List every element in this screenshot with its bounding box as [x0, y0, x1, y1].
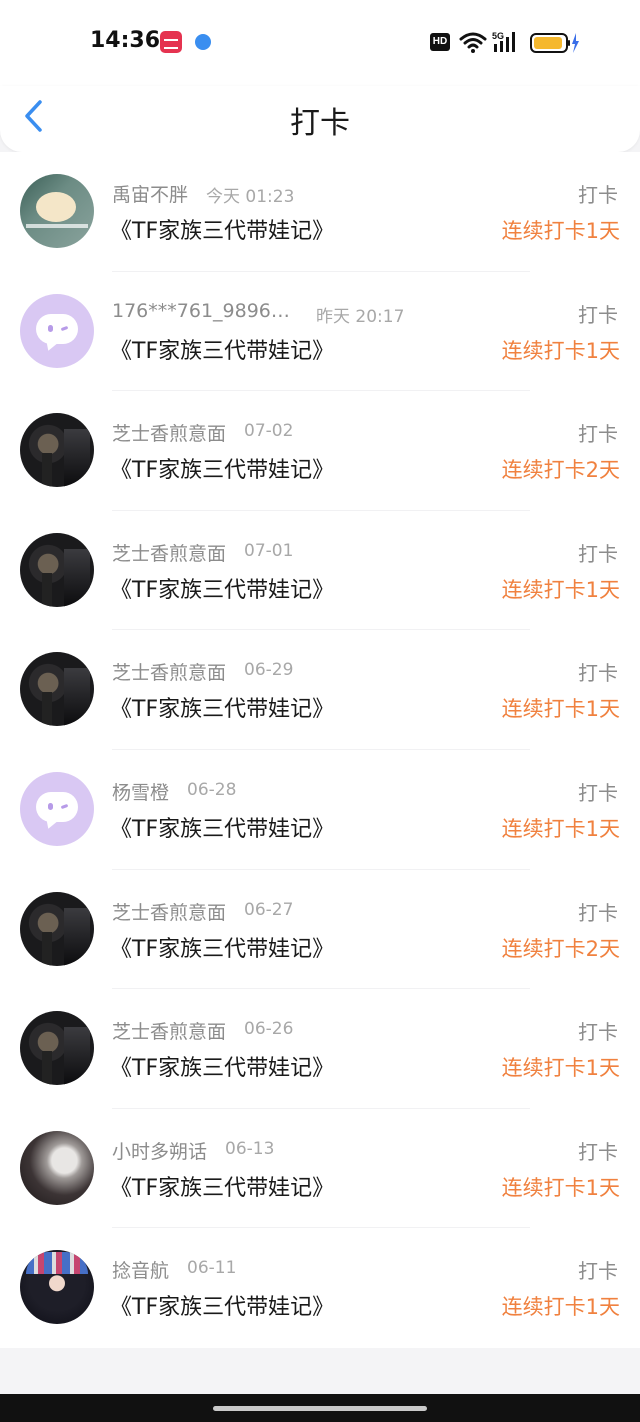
user-avatar[interactable] — [20, 174, 94, 248]
book-title: 《TF家族三代带娃记》 — [110, 816, 335, 842]
checkin-date: 昨天 20:17 — [316, 306, 405, 327]
app-notification-icon — [160, 31, 182, 53]
system-nav-bar — [0, 1394, 640, 1422]
streak-label: 连续打卡1天 — [501, 338, 620, 363]
checkin-date: 06-11 — [187, 1258, 237, 1279]
status-time: 14:36 — [90, 28, 161, 53]
list-item[interactable]: 芝士香煎意面 06-29 《TF家族三代带娃记》 打卡连续打卡1天 — [0, 630, 640, 750]
streak-label: 连续打卡1天 — [501, 816, 620, 841]
username[interactable]: 捻音航 — [112, 1256, 169, 1283]
checkin-action-label: 打卡 — [578, 302, 618, 327]
user-avatar[interactable] — [20, 771, 94, 846]
streak-label: 连续打卡2天 — [501, 936, 620, 961]
checkin-action-label: 打卡 — [578, 422, 618, 447]
list-item[interactable]: 芝士香煎意面 06-27 《TF家族三代带娃记》 打卡连续打卡2天 — [0, 870, 640, 990]
checkin-date: 07-02 — [244, 421, 294, 442]
checkin-date: 07-01 — [244, 540, 294, 561]
username[interactable]: 芝士香煎意面 — [112, 419, 226, 446]
list-item[interactable]: 芝士香煎意面 07-01 《TF家族三代带娃记》 打卡连续打卡1天 — [0, 511, 640, 631]
username[interactable]: 芝士香煎意面 — [112, 898, 226, 925]
streak-label: 连续打卡2天 — [501, 458, 620, 483]
username[interactable]: 杨雪橙 — [112, 778, 169, 805]
user-avatar[interactable] — [20, 532, 94, 607]
book-title: 《TF家族三代带娃记》 — [110, 458, 335, 484]
user-avatar[interactable] — [20, 1130, 94, 1205]
user-avatar[interactable] — [20, 293, 94, 368]
checkin-action-label: 打卡 — [578, 1259, 618, 1284]
username[interactable]: 禹宙不胖 — [112, 180, 188, 207]
svg-text:5G: 5G — [492, 31, 504, 41]
book-title: 《TF家族三代带娃记》 — [110, 1295, 335, 1321]
username[interactable]: 芝士香煎意面 — [112, 539, 226, 566]
list-item[interactable]: 禹宙不胖 今天 01:23 《TF家族三代带娃记》 打卡连续打卡1天 — [0, 152, 640, 272]
checkin-action-label: 打卡 — [578, 1020, 618, 1045]
nav-bar: 打卡 — [0, 86, 640, 152]
book-title: 《TF家族三代带娃记》 — [110, 1056, 335, 1082]
checkin-action-label: 打卡 — [578, 541, 618, 566]
checkin-date: 06-13 — [225, 1138, 275, 1159]
streak-label: 连续打卡1天 — [501, 577, 620, 602]
list-item[interactable]: 176***761_98969... 昨天 20:17 《TF家族三代带娃记》 打卡连… — [0, 272, 640, 392]
checkin-date: 06-29 — [244, 660, 294, 681]
user-avatar[interactable] — [20, 1011, 94, 1086]
app-notification-icon — [192, 31, 214, 53]
username[interactable]: 芝士香煎意面 — [112, 658, 226, 685]
checkin-date: 06-26 — [244, 1019, 294, 1040]
user-avatar[interactable] — [20, 1250, 94, 1325]
battery-charging-icon — [530, 33, 579, 53]
checkin-action-label: 打卡 — [578, 780, 618, 805]
streak-label: 连续打卡1天 — [501, 1175, 620, 1200]
checkin-action-label: 打卡 — [578, 183, 618, 207]
cellular-signal-icon: 5G — [492, 31, 515, 52]
checkin-date: 今天 01:23 — [206, 187, 295, 207]
book-title: 《TF家族三代带娃记》 — [110, 1175, 335, 1201]
book-title: 《TF家族三代带娃记》 — [110, 338, 335, 364]
list-item[interactable]: 杨雪橙 06-28 《TF家族三代带娃记》 打卡连续打卡1天 — [0, 750, 640, 870]
chat-bubble-icon — [36, 313, 78, 344]
streak-label: 连续打卡1天 — [501, 697, 620, 722]
streak-label: 连续打卡1天 — [501, 1295, 620, 1320]
chat-bubble-icon — [36, 791, 78, 822]
checkin-date: 06-27 — [244, 899, 294, 920]
username[interactable]: 176***761_98969... — [112, 300, 298, 322]
checkin-date: 06-28 — [187, 779, 237, 800]
page-title: 打卡 — [290, 106, 350, 141]
user-avatar[interactable] — [20, 652, 94, 727]
book-title: 《TF家族三代带娃记》 — [110, 697, 335, 723]
checkin-action-label: 打卡 — [578, 900, 618, 925]
streak-label: 连续打卡1天 — [501, 1056, 620, 1081]
user-avatar[interactable] — [20, 891, 94, 966]
user-avatar[interactable] — [20, 413, 94, 488]
list-item[interactable]: 芝士香煎意面 07-02 《TF家族三代带娃记》 打卡连续打卡2天 — [0, 391, 640, 511]
book-title: 《TF家族三代带娃记》 — [110, 577, 335, 603]
hd-icon: HD — [430, 33, 450, 51]
username[interactable]: 小时多朔话 — [112, 1137, 207, 1164]
book-title: 《TF家族三代带娃记》 — [110, 936, 335, 962]
list-item[interactable]: 小时多朔话 06-13 《TF家族三代带娃记》 打卡连续打卡1天 — [0, 1109, 640, 1229]
streak-label: 连续打卡1天 — [501, 219, 620, 243]
checkin-action-label: 打卡 — [578, 661, 618, 686]
checkin-action-label: 打卡 — [578, 1139, 618, 1164]
wifi-icon — [459, 32, 487, 53]
list-item[interactable]: 捻音航 06-11 《TF家族三代带娃记》 打卡连续打卡1天 — [0, 1228, 640, 1348]
home-indicator[interactable] — [213, 1406, 427, 1411]
list-item[interactable]: 芝士香煎意面 06-26 《TF家族三代带娃记》 打卡连续打卡1天 — [0, 989, 640, 1109]
username[interactable]: 芝士香煎意面 — [112, 1017, 226, 1044]
checkin-list: 禹宙不胖 今天 01:23 《TF家族三代带娃记》 打卡 连续打卡1天 176***761… — [0, 152, 640, 1348]
book-title: 《TF家族三代带娃记》 — [110, 219, 335, 244]
status-bar: 14:36 HD 5G — [0, 0, 640, 86]
